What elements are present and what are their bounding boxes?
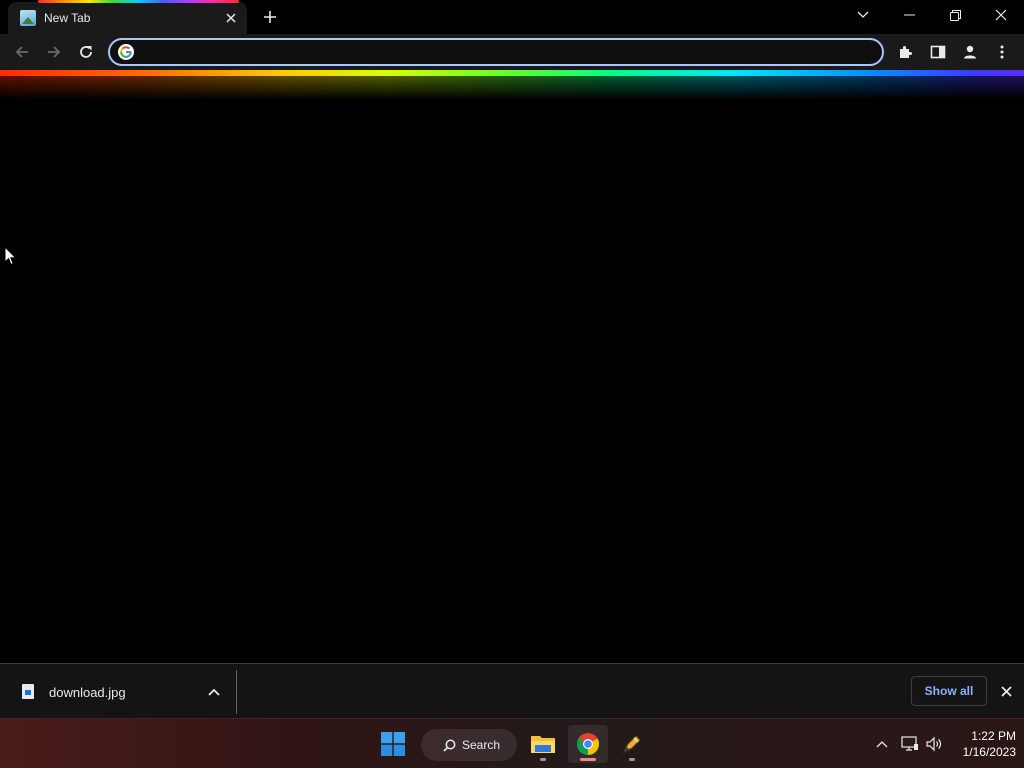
volume-icon — [926, 736, 942, 752]
side-panel-icon — [930, 45, 946, 59]
shelf-divider — [236, 670, 237, 714]
forward-button[interactable] — [40, 38, 68, 66]
tab-rainbow-accent — [38, 0, 239, 3]
extensions-button[interactable] — [892, 38, 920, 66]
download-shelf: download.jpg Show all — [0, 663, 1024, 718]
show-all-button[interactable]: Show all — [911, 676, 987, 706]
start-button[interactable] — [373, 725, 413, 763]
restore-icon — [949, 9, 961, 21]
reload-button[interactable] — [72, 38, 100, 66]
arrow-left-icon — [15, 46, 28, 58]
running-indicator — [629, 758, 635, 761]
browser-toolbar — [0, 34, 1024, 70]
active-indicator — [580, 758, 596, 761]
new-tab-button[interactable] — [258, 5, 282, 29]
file-icon — [22, 684, 34, 699]
restore-button[interactable] — [932, 0, 978, 30]
tab-search-button[interactable] — [840, 0, 886, 30]
network-button[interactable] — [900, 734, 920, 754]
close-icon — [995, 9, 1007, 21]
taskbar-clock[interactable]: 1:22 PM 1/16/2023 — [948, 728, 1016, 760]
puzzle-icon — [900, 46, 912, 58]
chevron-up-icon — [208, 688, 220, 696]
tab-new-tab[interactable]: New Tab — [8, 0, 247, 34]
taskbar-search-button[interactable]: Search — [421, 729, 517, 761]
mouse-cursor-icon — [4, 246, 17, 266]
tab-title: New Tab — [44, 11, 91, 25]
google-icon — [118, 44, 134, 60]
menu-button[interactable] — [988, 38, 1016, 66]
chevron-down-icon — [857, 11, 869, 18]
reload-icon — [80, 46, 92, 58]
taskbar-pen-app[interactable] — [612, 725, 652, 763]
tray-overflow-button[interactable] — [872, 734, 892, 754]
arrow-right-icon — [48, 46, 61, 58]
close-icon — [226, 13, 236, 23]
pen-tool-icon — [622, 735, 641, 754]
download-options-button[interactable] — [202, 680, 226, 704]
back-button[interactable] — [8, 38, 36, 66]
windows-start-icon — [381, 732, 405, 756]
profile-icon — [964, 45, 976, 59]
rainbow-glow-band — [0, 70, 1024, 100]
download-item[interactable]: download.jpg — [10, 672, 230, 712]
taskbar: Search 1:22 PM 1/16/2023 — [0, 718, 1024, 768]
more-vert-icon — [1000, 45, 1004, 59]
taskbar-file-explorer[interactable] — [523, 725, 563, 763]
side-panel-button[interactable] — [924, 38, 952, 66]
minimize-icon — [903, 14, 915, 16]
address-input[interactable] — [142, 43, 862, 61]
file-explorer-icon — [531, 736, 555, 753]
profile-button[interactable] — [956, 38, 984, 66]
chrome-icon — [577, 733, 599, 755]
clock-date: 1/16/2023 — [962, 745, 1016, 759]
volume-button[interactable] — [924, 734, 944, 754]
close-shelf-button[interactable] — [996, 681, 1016, 701]
network-icon — [901, 736, 918, 751]
chevron-up-icon — [876, 741, 888, 748]
rainbow-glow-line — [0, 70, 1024, 76]
minimize-button[interactable] — [886, 0, 932, 30]
download-filename: download.jpg — [49, 685, 126, 700]
close-window-button[interactable] — [978, 0, 1024, 30]
page-content — [0, 100, 1024, 663]
title-bar: New Tab — [0, 0, 1024, 34]
running-indicator — [540, 758, 546, 761]
clock-time: 1:22 PM — [971, 729, 1016, 743]
taskbar-search-label: Search — [462, 738, 501, 752]
search-icon — [443, 739, 456, 752]
close-tab-button[interactable] — [221, 8, 241, 28]
taskbar-chrome[interactable] — [568, 725, 608, 763]
address-bar[interactable] — [108, 38, 884, 66]
plus-icon — [264, 11, 276, 23]
image-icon — [20, 10, 36, 26]
close-icon — [1000, 685, 1012, 697]
